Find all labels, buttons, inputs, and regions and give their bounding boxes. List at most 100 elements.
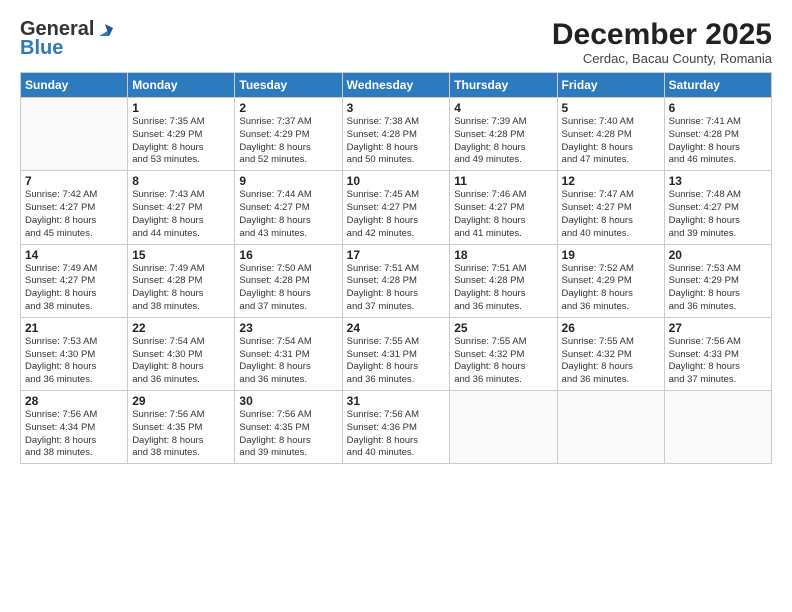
day-info: Sunrise: 7:41 AMSunset: 4:28 PMDaylight:…	[669, 116, 767, 167]
calendar-cell: 15Sunrise: 7:49 AMSunset: 4:28 PMDayligh…	[128, 244, 235, 317]
day-info-line: Sunset: 4:29 PM	[562, 275, 632, 286]
day-info-line: Sunset: 4:27 PM	[239, 202, 309, 213]
day-info-line: Sunrise: 7:55 AM	[347, 336, 419, 347]
day-info-line: and 36 minutes.	[562, 301, 630, 312]
day-info: Sunrise: 7:56 AMSunset: 4:35 PMDaylight:…	[239, 409, 337, 460]
day-info-line: Sunset: 4:28 PM	[562, 129, 632, 140]
day-info-line: Sunrise: 7:55 AM	[562, 336, 634, 347]
day-info-line: and 37 minutes.	[239, 301, 307, 312]
calendar-cell: 26Sunrise: 7:55 AMSunset: 4:32 PMDayligh…	[557, 317, 664, 390]
calendar-cell: 7Sunrise: 7:42 AMSunset: 4:27 PMDaylight…	[21, 171, 128, 244]
calendar-header-saturday: Saturday	[664, 73, 771, 98]
day-number: 6	[669, 101, 767, 115]
day-number: 21	[25, 321, 123, 335]
day-info-line: and 47 minutes.	[562, 154, 630, 165]
day-info: Sunrise: 7:38 AMSunset: 4:28 PMDaylight:…	[347, 116, 446, 167]
day-info-line: Sunrise: 7:35 AM	[132, 116, 204, 127]
day-info-line: and 36 minutes.	[669, 301, 737, 312]
subtitle: Cerdac, Bacau County, Romania	[552, 51, 772, 66]
day-info-line: Sunrise: 7:47 AM	[562, 189, 634, 200]
day-info-line: Sunrise: 7:56 AM	[669, 336, 741, 347]
day-info-line: Daylight: 8 hours	[454, 215, 525, 226]
calendar-week-row: 1Sunrise: 7:35 AMSunset: 4:29 PMDaylight…	[21, 98, 772, 171]
title-block: December 2025 Cerdac, Bacau County, Roma…	[552, 18, 772, 66]
day-info-line: Sunrise: 7:38 AM	[347, 116, 419, 127]
day-info-line: and 50 minutes.	[347, 154, 415, 165]
day-info-line: Sunrise: 7:39 AM	[454, 116, 526, 127]
header: General Blue December 2025 Cerdac, Bacau…	[20, 18, 772, 66]
day-info-line: and 39 minutes.	[669, 228, 737, 239]
day-info-line: Sunrise: 7:56 AM	[132, 409, 204, 420]
day-info-line: Sunset: 4:28 PM	[132, 275, 202, 286]
day-info-line: and 40 minutes.	[347, 447, 415, 458]
day-info-line: and 38 minutes.	[25, 301, 93, 312]
day-info-line: Daylight: 8 hours	[239, 361, 310, 372]
day-info-line: Sunset: 4:28 PM	[239, 275, 309, 286]
day-info: Sunrise: 7:53 AMSunset: 4:29 PMDaylight:…	[669, 263, 767, 314]
day-info-line: Sunset: 4:29 PM	[132, 129, 202, 140]
calendar-cell: 29Sunrise: 7:56 AMSunset: 4:35 PMDayligh…	[128, 391, 235, 464]
day-info: Sunrise: 7:35 AM Sunset: 4:29 PM Daylight:…	[132, 116, 230, 167]
day-info-line: Sunrise: 7:52 AM	[562, 263, 634, 274]
calendar-cell: 13Sunrise: 7:48 AMSunset: 4:27 PMDayligh…	[664, 171, 771, 244]
day-number: 15	[132, 248, 230, 262]
day-info: Sunrise: 7:56 AMSunset: 4:36 PMDaylight:…	[347, 409, 446, 460]
day-info-line: and 37 minutes.	[669, 374, 737, 385]
day-info-line: Sunrise: 7:44 AM	[239, 189, 311, 200]
calendar-cell: 27Sunrise: 7:56 AMSunset: 4:33 PMDayligh…	[664, 317, 771, 390]
day-info-line: Daylight: 8 hours	[347, 435, 418, 446]
day-number: 16	[239, 248, 337, 262]
day-info-line: Sunset: 4:31 PM	[347, 349, 417, 360]
day-info-line: Sunset: 4:28 PM	[454, 129, 524, 140]
day-info-line: Sunset: 4:28 PM	[454, 275, 524, 286]
day-number: 2	[239, 101, 337, 115]
day-info: Sunrise: 7:45 AMSunset: 4:27 PMDaylight:…	[347, 189, 446, 240]
day-info-line: Sunrise: 7:53 AM	[25, 336, 97, 347]
day-info-line: Sunrise: 7:43 AM	[132, 189, 204, 200]
day-number: 12	[562, 174, 660, 188]
day-info: Sunrise: 7:49 AMSunset: 4:27 PMDaylight:…	[25, 263, 123, 314]
day-info: Sunrise: 7:52 AMSunset: 4:29 PMDaylight:…	[562, 263, 660, 314]
day-info: Sunrise: 7:51 AMSunset: 4:28 PMDaylight:…	[347, 263, 446, 314]
day-info-line: Daylight: 8 hours	[347, 142, 418, 153]
calendar-cell: 2Sunrise: 7:37 AMSunset: 4:29 PMDaylight…	[235, 98, 342, 171]
calendar-cell: 9Sunrise: 7:44 AMSunset: 4:27 PMDaylight…	[235, 171, 342, 244]
day-info-line: Daylight: 8 hours	[132, 142, 203, 153]
day-info-line: Daylight: 8 hours	[562, 215, 633, 226]
day-number: 9	[239, 174, 337, 188]
day-info-line: Daylight: 8 hours	[239, 435, 310, 446]
day-info-line: Sunset: 4:32 PM	[562, 349, 632, 360]
calendar-cell	[21, 98, 128, 171]
day-info-line: Sunset: 4:27 PM	[562, 202, 632, 213]
day-info-line: Daylight: 8 hours	[347, 215, 418, 226]
day-info-line: and 49 minutes.	[454, 154, 522, 165]
day-number: 7	[25, 174, 123, 188]
day-info: Sunrise: 7:42 AMSunset: 4:27 PMDaylight:…	[25, 189, 123, 240]
day-number: 10	[347, 174, 446, 188]
day-info-line: Sunrise: 7:49 AM	[25, 263, 97, 274]
day-info-line: Daylight: 8 hours	[25, 215, 96, 226]
day-info-line: Sunrise: 7:42 AM	[25, 189, 97, 200]
day-info-line: Sunset: 4:27 PM	[669, 202, 739, 213]
day-number: 25	[454, 321, 552, 335]
day-number: 19	[562, 248, 660, 262]
day-info-line: and 52 minutes.	[239, 154, 307, 165]
day-info-line: Daylight: 8 hours	[132, 215, 203, 226]
day-info-line: Daylight: 8 hours	[239, 288, 310, 299]
day-info-line: and 38 minutes.	[25, 447, 93, 458]
calendar-cell: 16Sunrise: 7:50 AMSunset: 4:28 PMDayligh…	[235, 244, 342, 317]
day-number: 4	[454, 101, 552, 115]
day-info: Sunrise: 7:48 AMSunset: 4:27 PMDaylight:…	[669, 189, 767, 240]
calendar-header-tuesday: Tuesday	[235, 73, 342, 98]
day-number: 23	[239, 321, 337, 335]
day-info-line: and 45 minutes.	[25, 228, 93, 239]
day-number: 11	[454, 174, 552, 188]
day-number: 26	[562, 321, 660, 335]
day-info: Sunrise: 7:49 AMSunset: 4:28 PMDaylight:…	[132, 263, 230, 314]
day-info: Sunrise: 7:46 AMSunset: 4:27 PMDaylight:…	[454, 189, 552, 240]
day-info-line: Sunrise: 7:56 AM	[25, 409, 97, 420]
calendar-week-row: 14Sunrise: 7:49 AMSunset: 4:27 PMDayligh…	[21, 244, 772, 317]
day-info-line: Daylight: 8 hours	[347, 361, 418, 372]
day-number: 13	[669, 174, 767, 188]
day-info: Sunrise: 7:44 AMSunset: 4:27 PMDaylight:…	[239, 189, 337, 240]
